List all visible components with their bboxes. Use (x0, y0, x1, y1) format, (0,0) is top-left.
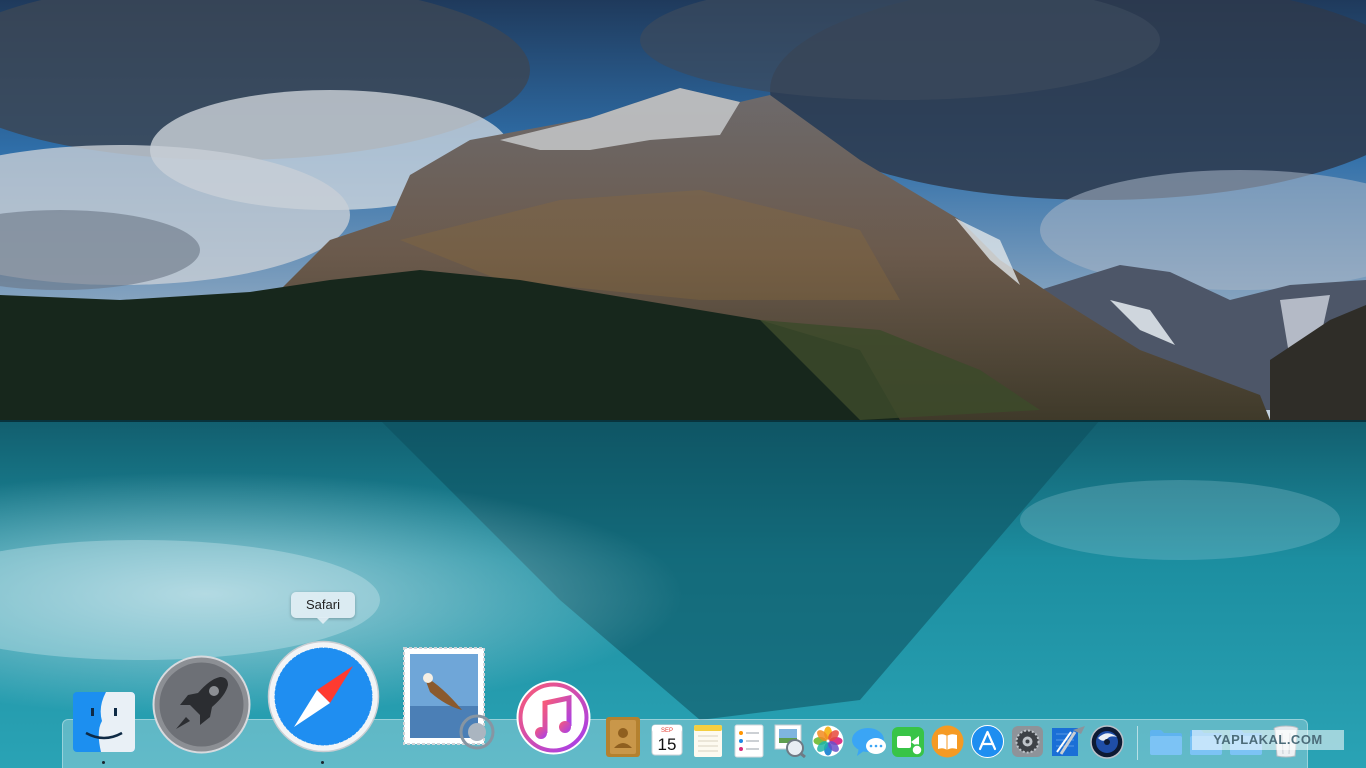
running-indicator-safari (321, 761, 324, 764)
finder-icon (73, 692, 135, 752)
folder-icon (1150, 730, 1182, 755)
dock-item-itunes[interactable] (515, 679, 592, 756)
contacts-icon (606, 717, 640, 757)
dock-item-cinema4d[interactable] (1090, 725, 1124, 759)
dock-item-safari[interactable] (267, 640, 380, 753)
ibooks-icon (931, 725, 964, 758)
calendar-icon: SEP 15 (651, 724, 683, 756)
dock-tooltip-arrow (316, 617, 330, 624)
facetime-icon (892, 727, 924, 757)
calendar-month-label: SEP (661, 728, 673, 734)
dock-item-xcode[interactable] (1051, 724, 1086, 758)
desktop: Safari SEP 15 YAPLAKAL.COM (0, 0, 1366, 768)
dock-item-app-store[interactable] (971, 725, 1004, 758)
dock-separator (1137, 726, 1138, 760)
reminders-icon (734, 724, 764, 758)
dock-item-launchpad[interactable] (152, 655, 251, 754)
launchpad-icon (152, 655, 251, 754)
dock-item-finder[interactable] (72, 691, 136, 753)
desktop-wallpaper (0, 0, 1366, 768)
dock-item-preview[interactable] (771, 724, 807, 758)
system-preferences-icon (1012, 726, 1043, 757)
preview-icon (774, 724, 806, 758)
itunes-icon (516, 680, 591, 755)
dock-item-photos[interactable] (812, 725, 844, 757)
dock-item-system-preferences[interactable] (1011, 725, 1044, 758)
calendar-day-label: 15 (658, 735, 677, 754)
cinema4d-icon (1090, 725, 1124, 759)
dock-item-messages[interactable] (851, 726, 887, 758)
dock-item-facetime[interactable] (891, 726, 925, 758)
dock-item-mail[interactable] (402, 646, 496, 752)
mail-icon (403, 647, 495, 750)
dock-stack-applications[interactable] (1149, 728, 1183, 756)
dock-item-calendar[interactable]: SEP 15 (651, 724, 683, 756)
photos-icon (812, 725, 844, 757)
dock-tooltip: Safari (291, 592, 355, 618)
messages-icon (852, 728, 886, 756)
running-indicator-finder (102, 761, 105, 764)
notes-icon (694, 725, 722, 757)
app-store-icon (971, 725, 1004, 758)
dock-item-ibooks[interactable] (931, 725, 964, 758)
dock-item-reminders[interactable] (734, 724, 764, 758)
xcode-icon (1052, 726, 1085, 756)
dock-item-contacts[interactable] (604, 716, 642, 758)
dock-item-notes[interactable] (693, 724, 723, 758)
safari-icon (267, 640, 380, 753)
watermark: YAPLAKAL.COM (1192, 730, 1344, 750)
